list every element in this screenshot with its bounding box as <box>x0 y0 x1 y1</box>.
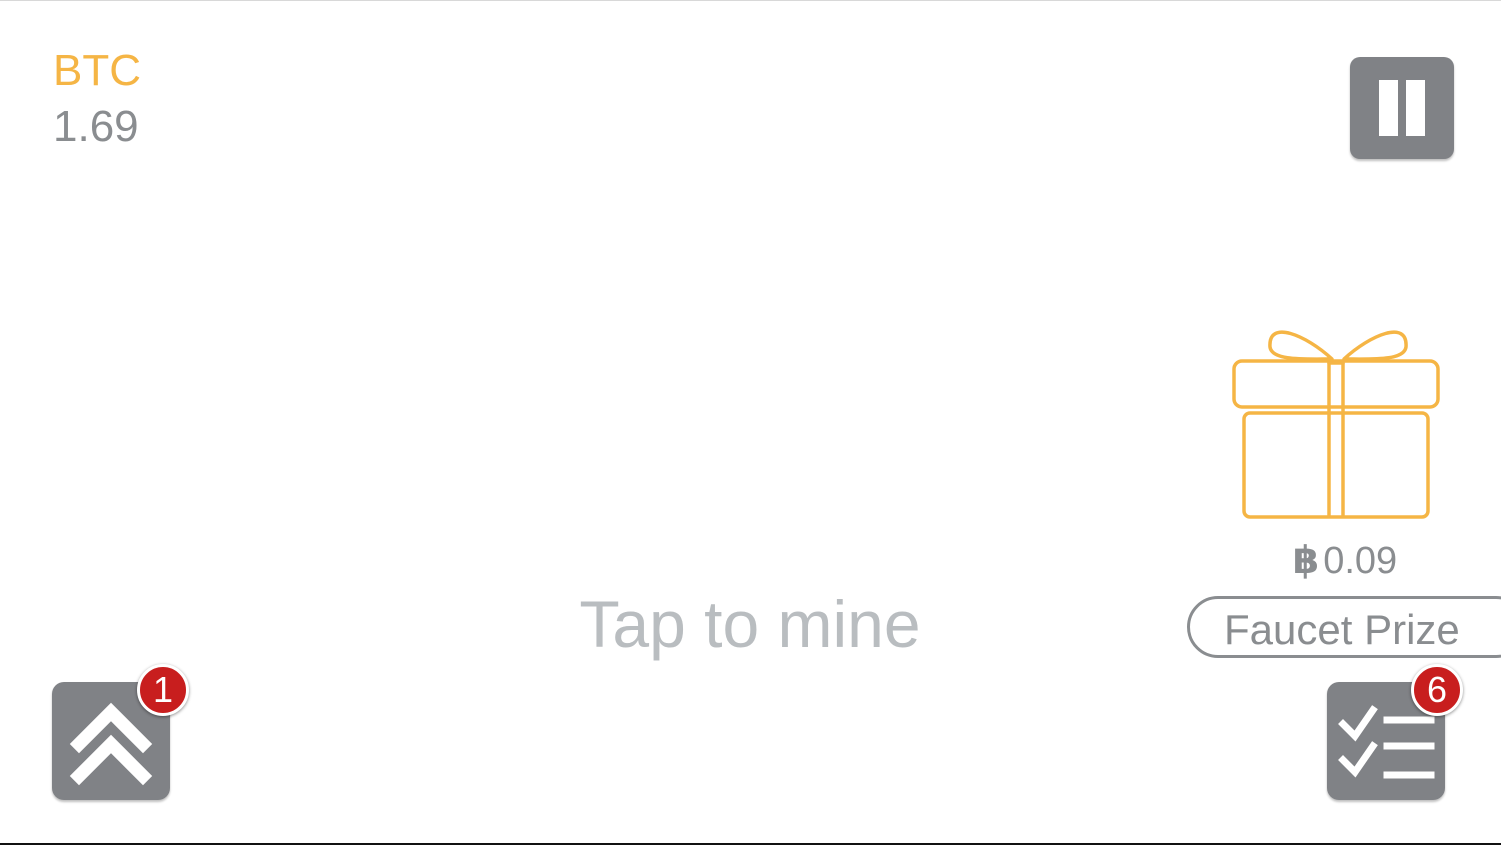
faucet-prize-amount: ฿ 0.09 <box>1230 542 1460 580</box>
faucet-amount-value: 0.09 <box>1323 540 1398 582</box>
currency-label: BTC <box>53 46 141 95</box>
gift-icon <box>1232 330 1440 519</box>
pause-button[interactable] <box>1350 57 1454 159</box>
faucet-gift-button[interactable] <box>1228 317 1444 523</box>
game-screen[interactable]: BTC 1.69 Tap to mine ฿0.09 Faucet Prize <box>0 0 1501 845</box>
tasks-badge: 6 <box>1411 664 1463 716</box>
pause-icon-bar <box>1406 80 1425 136</box>
bitcoin-symbol: ฿ <box>1292 540 1320 582</box>
faucet-prize-button[interactable]: Faucet Prize <box>1187 596 1501 658</box>
pause-icon <box>1379 80 1398 136</box>
tap-to-mine-hint: Tap to mine <box>579 587 921 661</box>
faucet-prize-label: Faucet Prize <box>1224 606 1460 653</box>
balance-value: 1.69 <box>53 102 139 151</box>
upgrade-badge: 1 <box>137 664 189 716</box>
